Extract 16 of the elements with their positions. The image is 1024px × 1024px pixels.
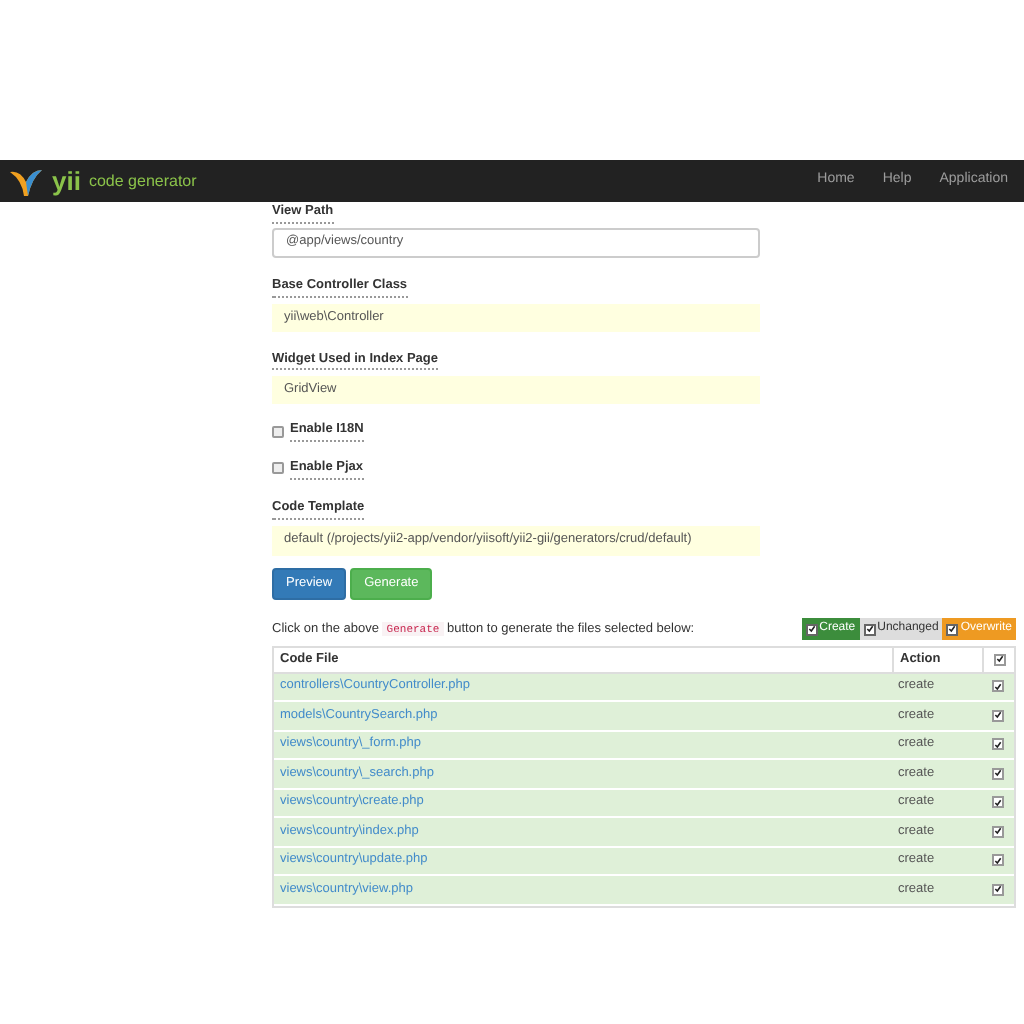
checkbox[interactable] (993, 653, 1005, 665)
checkbox[interactable] (992, 825, 1004, 838)
checkbox[interactable] (992, 680, 1004, 693)
checkbox[interactable] (992, 767, 1004, 780)
brand-logo[interactable]: yii (52, 168, 81, 194)
checkbox[interactable] (992, 738, 1004, 751)
checkbox[interactable] (805, 623, 818, 635)
brand-name[interactable]: code generator (88, 173, 197, 189)
checkbox[interactable] (992, 796, 1004, 809)
checkbox[interactable] (272, 425, 284, 438)
checkbox[interactable] (992, 709, 1004, 722)
checkbox[interactable] (946, 623, 959, 635)
checkbox[interactable] (992, 883, 1004, 896)
checkbox[interactable] (272, 462, 284, 475)
checkbox[interactable] (863, 623, 876, 635)
checkbox[interactable] (992, 854, 1004, 867)
